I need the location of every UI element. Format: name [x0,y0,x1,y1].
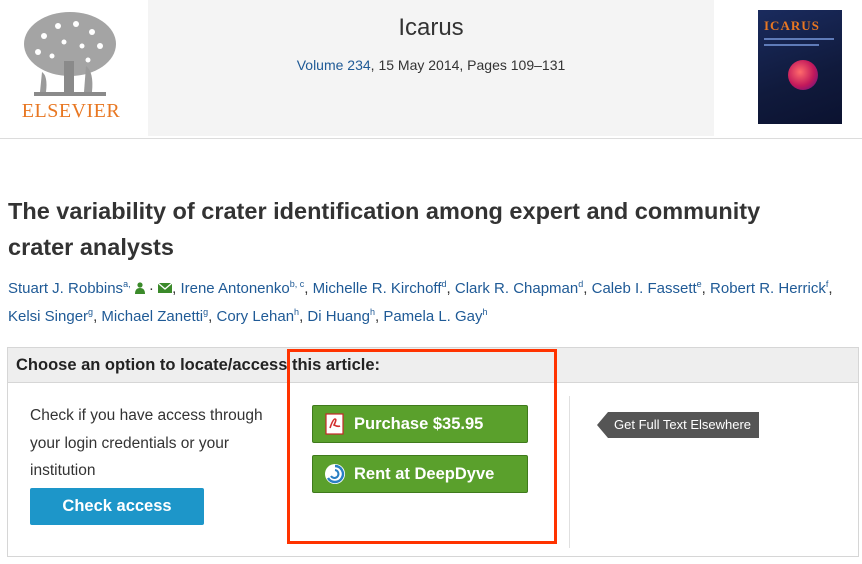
get-full-text-elsewhere-button[interactable]: Get Full Text Elsewhere [597,412,760,438]
author-affiliation[interactable]: b, c [290,279,305,289]
journal-cover-image[interactable]: ICARUS [758,10,842,124]
pdf-icon [325,413,344,435]
author-link[interactable]: Stuart J. Robbins [8,280,123,297]
author-link[interactable]: Michael Zanetti [101,308,203,325]
volume-link[interactable]: Volume 234 [297,57,371,73]
header-divider [0,138,862,139]
deepdyve-icon [325,464,345,484]
author-link[interactable]: Caleb I. Fassett [592,280,697,297]
access-panel-header: Choose an option to locate/access this a… [8,348,858,383]
arrow-left-icon [597,412,608,438]
author-link[interactable]: Michelle R. Kirchoff [313,280,442,297]
journal-issue-info: Volume 234, 15 May 2014, Pages 109–131 [148,57,714,73]
author-link[interactable]: Clark R. Chapman [455,280,578,297]
purchase-button[interactable]: Purchase $35.95 [312,405,528,443]
issue-details: , 15 May 2014, Pages 109–131 [370,57,566,73]
journal-header: ELSEVIER Icarus Volume 234, 15 May 2014,… [0,0,862,140]
article-title: The variability of crater identification… [8,198,761,260]
fulltext-label: Get Full Text Elsewhere [608,412,760,438]
check-access-description: Check if you have access through your lo… [30,407,263,479]
author-link[interactable]: Di Huang [307,308,370,325]
author-link[interactable]: Cory Lehan [216,308,294,325]
cover-title: ICARUS [764,18,820,33]
purchase-label: Purchase $35.95 [354,414,484,433]
access-options-panel: Choose an option to locate/access this a… [7,347,859,557]
author-link[interactable]: Kelsi Singer [8,308,88,325]
journal-title[interactable]: Icarus [148,14,714,42]
author-link[interactable]: Irene Antonenko [180,280,289,297]
cover-planet-art [788,60,818,90]
mail-icon[interactable] [158,283,173,293]
person-icon[interactable] [134,282,145,294]
options-divider [569,396,570,548]
elsevier-wordmark[interactable]: ELSEVIER [16,100,126,123]
cover-decoration [764,38,834,40]
author-affiliation[interactable]: h [483,307,488,317]
rent-deepdyve-button[interactable]: Rent at DeepDyve [312,455,528,493]
access-heading: Choose an option to locate/access this a… [16,356,381,374]
author-list: Stuart J. Robbinsa, · , Irene Antonenkob… [8,279,833,326]
check-access-button[interactable]: Check access [30,488,204,525]
author-link[interactable]: Robert R. Herrick [710,280,826,297]
cover-decoration [764,44,819,46]
author-affiliation[interactable]: a, [123,279,131,289]
author-link[interactable]: Pamela L. Gay [383,308,482,325]
rent-label: Rent at DeepDyve [354,464,495,483]
